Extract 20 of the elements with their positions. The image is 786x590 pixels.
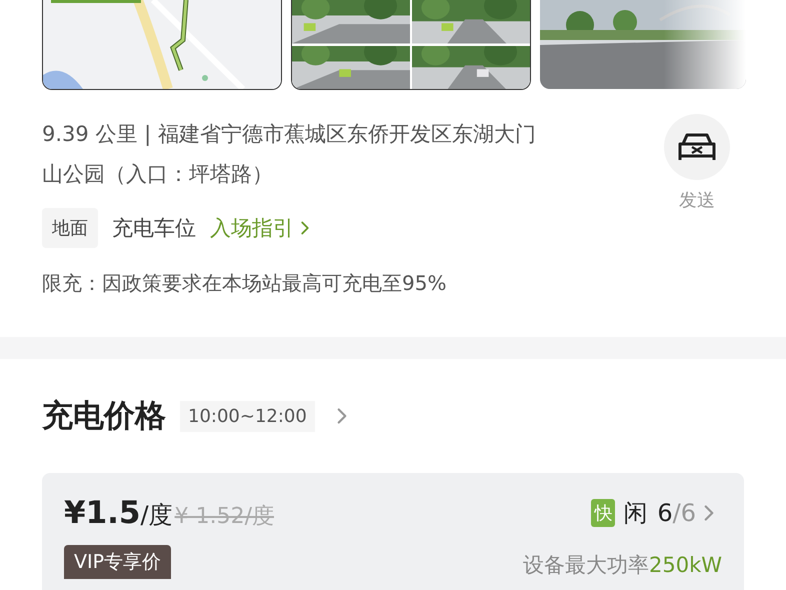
max-power-value: 250kW xyxy=(648,553,722,577)
floor-tag: 地面 xyxy=(42,208,98,248)
car-icon xyxy=(677,132,717,162)
vip-price-tag: VIP专享价 xyxy=(64,545,172,579)
total-count: /6 xyxy=(672,499,696,527)
charge-limit-note: 限充：因政策要求在本场站最高可充电至95% xyxy=(42,270,448,297)
parking-type: 充电车位 xyxy=(112,215,196,242)
price-unit: /度 xyxy=(140,500,173,531)
price-card[interactable]: ¥1.5/度¥ 1.52/度 快 闲 6/6 VIP专享价 设备最大功率250kW xyxy=(42,473,744,590)
send-button[interactable]: 发送 xyxy=(664,114,730,297)
fast-charge-badge: 快 xyxy=(591,499,616,527)
price: ¥1.5 xyxy=(64,495,140,531)
time-range: 10:00~12:00 xyxy=(180,400,315,432)
original-price: ¥ 1.52/度 xyxy=(174,503,274,531)
entry-guide-link[interactable]: 入场指引 xyxy=(210,214,316,242)
available-count: 6 xyxy=(657,499,673,527)
section-title: 充电价格 xyxy=(42,397,166,436)
idle-status: 闲 xyxy=(623,498,648,529)
max-power-label: 设备最大功率 xyxy=(522,552,649,579)
station-address: 9.39 公里 | 福建省宁德市蕉城区东侨开发区东湖大门山公园（入口：坪塔路） xyxy=(42,121,537,188)
